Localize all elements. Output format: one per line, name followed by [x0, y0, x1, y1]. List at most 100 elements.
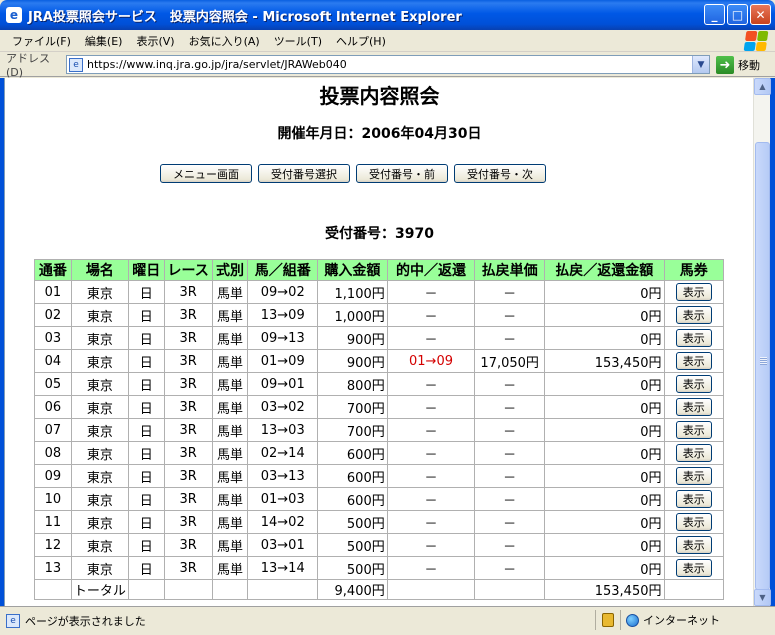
cell-purchase-amount: 600円 [317, 487, 388, 511]
minimize-icon[interactable]: _ [704, 4, 725, 25]
page-viewport: 投票内容照会 開催年月日：2006年04月30日 メニュー画面 受付番号選択 受… [4, 78, 753, 606]
vertical-scrollbar[interactable]: ▲ ▼ [753, 78, 771, 606]
cell-day: 日 [127, 556, 165, 580]
cell-bet-type: 馬単 [211, 441, 249, 465]
cell-venue: 東京 [70, 441, 129, 465]
cell-payout-amount: 0円 [544, 280, 665, 304]
cell-bet-type: 馬単 [211, 464, 249, 488]
cell-bet-type: 馬単 [211, 510, 249, 534]
table-row: 02 東京日 3R 馬単 13→09 1,000円－－ 0円 表示 [34, 303, 724, 327]
cell-payout-amount: 0円 [544, 326, 665, 350]
show-ticket-button[interactable]: 表示 [675, 536, 712, 554]
cell-ticket: 表示 [663, 349, 724, 373]
cell-payout-amount: 0円 [544, 303, 665, 327]
menu-file[interactable]: ファイル(F) [0, 33, 78, 49]
cell-race: 3R [163, 441, 213, 465]
zone-label: インターネット [643, 614, 720, 627]
cell-day: 日 [127, 441, 165, 465]
cell-serial: 01 [34, 280, 72, 304]
cell-payout-amount: 0円 [544, 556, 665, 580]
cell-purchase-amount: 900円 [317, 326, 388, 350]
menu-screen-button[interactable]: メニュー画面 [160, 164, 252, 183]
maximize-icon[interactable]: □ [727, 4, 748, 25]
address-dropdown-icon[interactable]: ▼ [692, 56, 709, 73]
scrollbar-grip [760, 357, 767, 365]
show-ticket-button[interactable]: 表示 [675, 559, 712, 577]
lock-icon[interactable] [602, 613, 614, 627]
cell-unit-payout: － [474, 372, 546, 396]
cell-hit-refund: － [386, 395, 476, 419]
address-input[interactable]: e https://www.inq.jra.go.jp/jra/servlet/… [66, 55, 710, 74]
address-url[interactable]: https://www.inq.jra.go.jp/jra/servlet/JR… [87, 58, 347, 71]
go-label[interactable]: 移動 [738, 57, 760, 73]
show-ticket-button[interactable]: 表示 [675, 444, 712, 462]
table-row: 13 東京日 3R 馬単 13→14 500円－－ 0円 表示 [34, 556, 724, 580]
show-ticket-button[interactable]: 表示 [675, 513, 712, 531]
go-button[interactable]: ➜ 移動 [716, 56, 772, 74]
cell-venue: 東京 [70, 464, 129, 488]
menu-view[interactable]: 表示(V) [129, 33, 181, 49]
menu-tools[interactable]: ツール(T) [267, 33, 329, 49]
show-ticket-button[interactable]: 表示 [675, 329, 712, 347]
close-icon[interactable]: ✕ [750, 4, 771, 25]
show-ticket-button[interactable]: 表示 [675, 375, 712, 393]
receipt-number: 受付番号：3970 [325, 226, 434, 242]
ie-app-icon[interactable]: e [6, 7, 22, 23]
cell-venue: 東京 [70, 372, 129, 396]
cell-unit-payout: － [474, 510, 546, 534]
cell-bet-type: 馬単 [211, 533, 249, 557]
cell-bet-type: 馬単 [211, 418, 249, 442]
cell-unit-payout: － [474, 464, 546, 488]
show-ticket-button[interactable]: 表示 [675, 490, 712, 508]
security-zone[interactable]: インターネット [626, 612, 720, 628]
show-ticket-button[interactable]: 表示 [675, 352, 712, 370]
cell-combination: 03→13 [247, 464, 319, 488]
cell-serial: 13 [34, 556, 72, 580]
cell-unit-payout: 17,050円 [474, 349, 546, 373]
show-ticket-button[interactable]: 表示 [675, 306, 712, 324]
next-receipt-button[interactable]: 受付番号・次 [454, 164, 546, 183]
cell-venue: 東京 [70, 349, 129, 373]
header-day: 曜日 [127, 259, 165, 281]
cell-ticket: 表示 [663, 418, 724, 442]
cell-combination: 09→02 [247, 280, 319, 304]
cell-hit-refund: － [386, 303, 476, 327]
show-ticket-button[interactable]: 表示 [675, 421, 712, 439]
menu-help[interactable]: ヘルプ(H) [329, 33, 393, 49]
cell-combination: 02→14 [247, 441, 319, 465]
menu-favorites[interactable]: お気に入り(A) [182, 33, 267, 49]
show-ticket-button[interactable]: 表示 [675, 467, 712, 485]
total-row: トータル 9,400円 153,450円 [34, 579, 724, 600]
cell-ticket: 表示 [663, 556, 724, 580]
navigation-buttons: メニュー画面 受付番号選択 受付番号・前 受付番号・次 [160, 164, 546, 183]
cell-venue: 東京 [70, 280, 129, 304]
cell-purchase-amount: 600円 [317, 441, 388, 465]
cell-payout-amount: 0円 [544, 510, 665, 534]
cell-day: 日 [127, 464, 165, 488]
header-race: レース [163, 259, 213, 281]
cell-serial: 03 [34, 326, 72, 350]
cell-race: 3R [163, 464, 213, 488]
cell-payout-amount: 0円 [544, 372, 665, 396]
cell-purchase-amount: 500円 [317, 510, 388, 534]
show-ticket-button[interactable]: 表示 [675, 283, 712, 301]
cell-day: 日 [127, 487, 165, 511]
cell-ticket: 表示 [663, 303, 724, 327]
menu-edit[interactable]: 編集(E) [78, 33, 130, 49]
status-divider [620, 610, 621, 630]
cell-combination: 03→01 [247, 533, 319, 557]
go-arrow-icon[interactable]: ➜ [716, 56, 734, 74]
cell-race: 3R [163, 395, 213, 419]
scroll-down-icon[interactable]: ▼ [754, 589, 771, 606]
cell-payout-amount: 0円 [544, 418, 665, 442]
previous-receipt-button[interactable]: 受付番号・前 [356, 164, 448, 183]
cell-venue: 東京 [70, 418, 129, 442]
scrollbar-thumb[interactable] [755, 142, 770, 590]
select-receipt-button[interactable]: 受付番号選択 [258, 164, 350, 183]
empty-cell [247, 579, 319, 600]
scroll-up-icon[interactable]: ▲ [754, 78, 771, 95]
show-ticket-button[interactable]: 表示 [675, 398, 712, 416]
menu-bar: ファイル(F) 編集(E) 表示(V) お気に入り(A) ツール(T) ヘルプ(… [0, 30, 775, 52]
cell-purchase-amount: 500円 [317, 556, 388, 580]
cell-hit-refund: － [386, 464, 476, 488]
